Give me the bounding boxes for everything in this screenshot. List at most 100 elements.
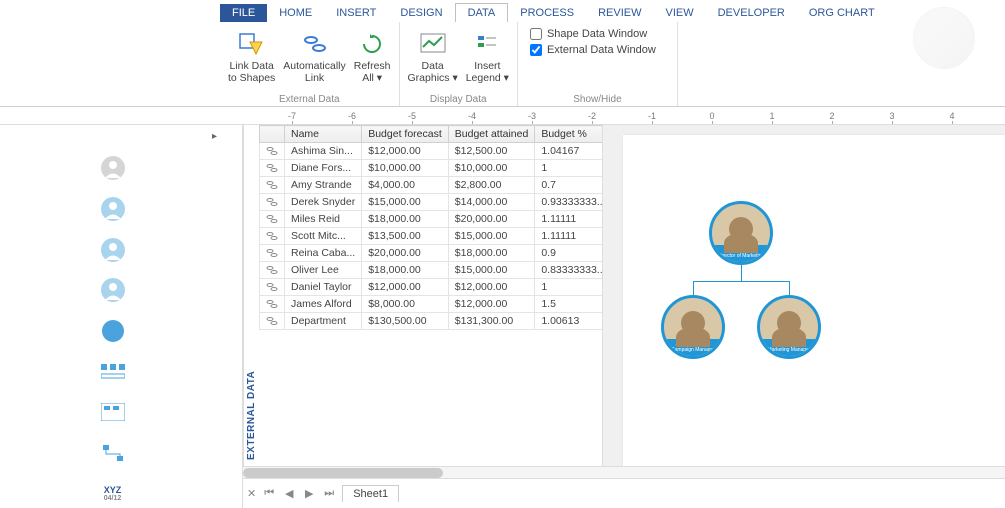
col-bf[interactable]: Budget forecast — [362, 126, 449, 143]
auto-link-label: Automatically Link — [283, 60, 345, 84]
col-ba[interactable]: Budget attained — [448, 126, 535, 143]
cell-name: Reina Caba... — [285, 245, 362, 262]
cell-bp: 1.11111 — [535, 228, 602, 245]
external-data-window-check[interactable] — [530, 44, 542, 56]
shape-data-window-label: Shape Data Window — [547, 28, 647, 40]
table-row[interactable]: James Alford$8,000.00$12,000.001.544430.… — [260, 296, 603, 313]
sheet-tab[interactable]: Sheet1 — [342, 485, 399, 502]
shape-person-blue2-icon[interactable] — [98, 235, 128, 264]
cell-name: Amy Strande — [285, 177, 362, 194]
tab-view[interactable]: VIEW — [653, 4, 705, 22]
external-data-window-checkbox[interactable]: External Data Window — [526, 42, 669, 58]
shape-data-window-checkbox[interactable]: Shape Data Window — [526, 26, 669, 42]
ruler-mark: -1 — [622, 111, 682, 121]
shape-person-blue-icon[interactable] — [98, 195, 128, 224]
cell-ba: $2,800.00 — [448, 177, 535, 194]
org-node-child[interactable]: Diane Forsyth Marketing Manager — [757, 295, 821, 359]
ruler-mark: -5 — [382, 111, 442, 121]
ruler-mark: -3 — [502, 111, 562, 121]
external-data-title[interactable]: EXTERNAL DATA — [243, 125, 259, 466]
tab-insert[interactable]: INSERT — [324, 4, 388, 22]
tab-data[interactable]: DATA — [455, 3, 509, 22]
row-link-icon — [260, 296, 285, 313]
cell-ba: $14,000.00 — [448, 194, 535, 211]
cell-bp: 0.93333333... — [535, 194, 602, 211]
data-graphics-icon — [417, 30, 449, 58]
sheet-nav-next-icon[interactable]: ▶ — [302, 487, 316, 500]
shape-team-frame-icon[interactable] — [98, 398, 128, 427]
cell-bf: $15,000.00 — [362, 194, 449, 211]
scrollbar-thumb[interactable] — [243, 468, 443, 478]
ruler-mark: -7 — [262, 111, 322, 121]
tab-file[interactable]: FILE — [220, 4, 267, 22]
table-row[interactable]: Department$130,500.00$131,300.001.00613 — [260, 313, 603, 330]
data-graphics-button[interactable]: Data Graphics ▾ — [408, 26, 458, 84]
org-node-child[interactable]: Ashima Singhal Campaign Manager — [661, 295, 725, 359]
tab-home[interactable]: HOME — [267, 4, 324, 22]
external-data-grid[interactable]: Name Budget forecast Budget attained Bud… — [259, 125, 602, 466]
tab-review[interactable]: REVIEW — [586, 4, 653, 22]
ruler-mark: 0 — [682, 111, 742, 121]
refresh-label: Refresh All ▾ — [354, 60, 391, 84]
table-row[interactable]: Diane Fors...$10,000.00$10,000.001441 — [260, 160, 603, 177]
table-row[interactable]: Derek Snyder$15,000.00$14,000.000.933333… — [260, 194, 603, 211]
sheet-nav-prev-icon[interactable]: ◀ — [282, 487, 296, 500]
row-link-icon — [260, 177, 285, 194]
cell-name: Department — [285, 313, 362, 330]
cell-name: Ashima Sin... — [285, 143, 362, 160]
cell-bp: 1.11111 — [535, 211, 602, 228]
ruler-mark: 1 — [742, 111, 802, 121]
shape-connector-icon[interactable] — [98, 439, 128, 468]
cell-name: Oliver Lee — [285, 262, 362, 279]
org-root-title: Director of Marketing — [714, 254, 768, 260]
cell-bf: $4,000.00 — [362, 177, 449, 194]
tab-design[interactable]: DESIGN — [388, 4, 454, 22]
sheet-tab-bar: ✕ ⏮ ◀ ▶ ⏭ Sheet1 — [243, 478, 1005, 508]
cell-bf: $12,000.00 — [362, 279, 449, 296]
automatically-link-button[interactable]: Automatically Link — [283, 26, 345, 84]
table-row[interactable]: Daniel Taylor$12,000.00$12,000.0011090.9 — [260, 279, 603, 296]
shape-xyz-label-icon[interactable]: XYZ04/12 — [98, 479, 128, 508]
col-name[interactable]: Name — [285, 126, 362, 143]
col-bp[interactable]: Budget % — [535, 126, 602, 143]
shape-data-window-check[interactable] — [530, 28, 542, 40]
table-row[interactable]: Oliver Lee$18,000.00$15,000.000.83333333… — [260, 262, 603, 279]
refresh-all-button[interactable]: Refresh All ▾ — [354, 26, 391, 84]
sheet-nav-last-icon[interactable]: ⏭ — [322, 487, 336, 500]
horizontal-scrollbar[interactable] — [243, 466, 1005, 478]
shape-multi-icon[interactable] — [98, 357, 128, 386]
shape-circle-solid-icon[interactable] — [98, 317, 128, 346]
drawing-page[interactable]: Daniel Taylor Director of Marketing Ashi… — [623, 135, 1005, 466]
row-link-icon — [260, 245, 285, 262]
external-data-window: EXTERNAL DATA Name Budget forecast Budge… — [243, 125, 603, 466]
table-row[interactable]: Scott Mitc...$13,500.00$15,000.001.11111… — [260, 228, 603, 245]
shapes-pane-collapse-icon[interactable]: ▸ — [212, 131, 217, 142]
shape-person-blue3-icon[interactable] — [98, 276, 128, 305]
table-row[interactable]: Reina Caba...$20,000.00$18,000.000.9430.… — [260, 245, 603, 262]
cell-bf: $18,000.00 — [362, 211, 449, 228]
cell-bp: 0.7 — [535, 177, 602, 194]
sheet-nav-first-icon[interactable]: ⏮ — [262, 487, 276, 500]
horizontal-ruler: -7 -6 -5 -4 -3 -2 -1 0 1 2 3 4 — [0, 107, 1005, 125]
tab-process[interactable]: PROCESS — [508, 4, 586, 22]
row-link-icon — [260, 211, 285, 228]
drawing-canvas[interactable]: Daniel Taylor Director of Marketing Ashi… — [603, 125, 1005, 466]
close-pane-icon[interactable]: ✕ — [247, 487, 256, 500]
row-link-icon — [260, 228, 285, 245]
org-node-root[interactable]: Daniel Taylor Director of Marketing — [709, 201, 773, 265]
table-row[interactable]: Amy Strande$4,000.00$2,800.000.7420.5 — [260, 177, 603, 194]
shape-person-gray-icon[interactable] — [98, 154, 128, 183]
table-row[interactable]: Ashima Sin...$12,000.00$12,500.001.04167… — [260, 143, 603, 160]
insert-legend-button[interactable]: Insert Legend ▾ — [466, 26, 509, 84]
connector-line — [741, 263, 742, 281]
table-row[interactable]: Miles Reid$18,000.00$20,000.001.11111231… — [260, 211, 603, 228]
center-area: EXTERNAL DATA Name Budget forecast Budge… — [243, 125, 1005, 508]
tab-orgchart[interactable]: ORG CHART — [797, 4, 887, 22]
tab-developer[interactable]: DEVELOPER — [706, 4, 797, 22]
group-external-data: Link Data to Shapes Automatically Link R… — [220, 22, 400, 106]
link-data-to-shapes-button[interactable]: Link Data to Shapes — [228, 26, 275, 84]
cell-bp: 1.04167 — [535, 143, 602, 160]
cell-name: James Alford — [285, 296, 362, 313]
cell-bp: 1 — [535, 279, 602, 296]
cell-name: Scott Mitc... — [285, 228, 362, 245]
